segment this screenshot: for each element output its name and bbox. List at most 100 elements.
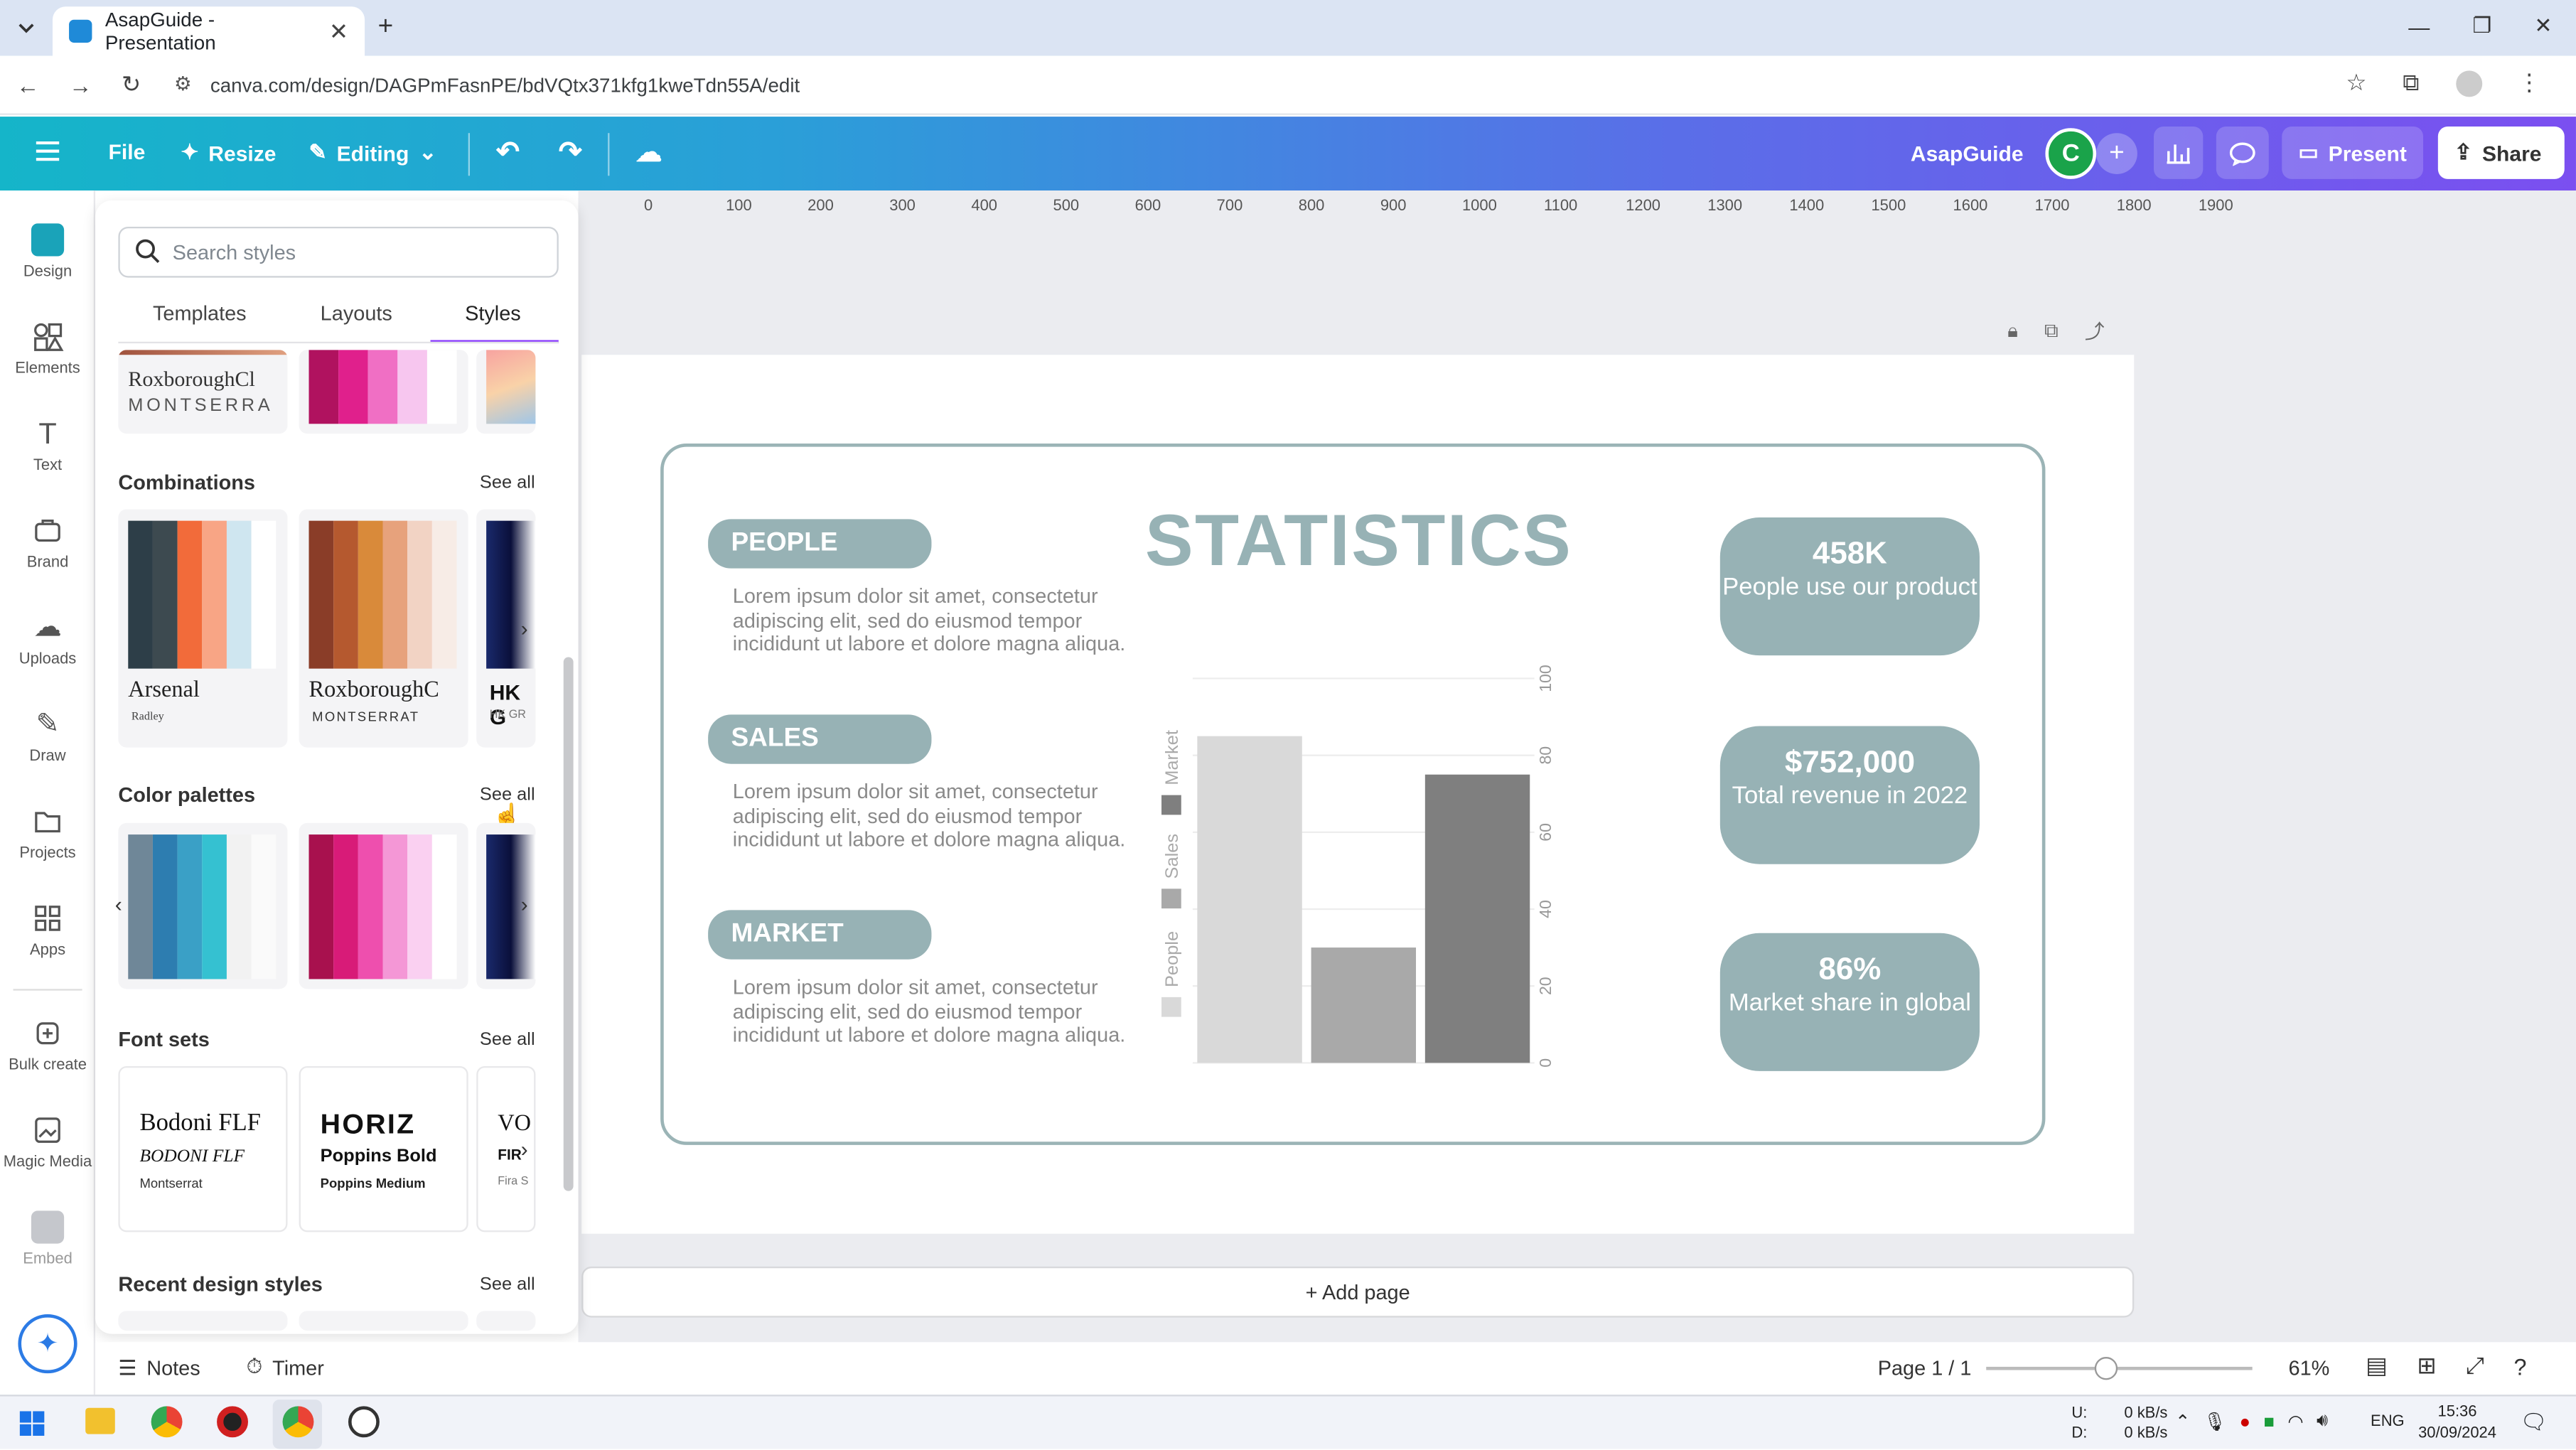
notifications-icon[interactable]: 🗨︎ [2520,1409,2547,1436]
people-text[interactable]: Lorem ipsum dolor sit amet, consectetur … [733,585,1127,657]
site-info-icon[interactable]: ⚙ [174,72,192,95]
duplicate-page-icon[interactable]: ⧉ [2044,318,2059,343]
font-sets-next-icon[interactable]: › [521,1137,528,1161]
zoom-level[interactable]: 61% [2289,1357,2330,1380]
close-tab-icon[interactable]: ✕ [329,17,348,45]
record-tray-icon[interactable]: ● [2240,1412,2250,1432]
reload-icon[interactable]: ↻ [122,70,141,98]
panel-scrollbar[interactable] [562,352,574,1329]
wifi-icon[interactable]: ◠ [2287,1411,2303,1433]
search-styles-input[interactable]: Search styles [118,226,559,278]
page-indicator[interactable]: Page 1 / 1 [1878,1357,1972,1380]
add-page-button[interactable]: + Add page [581,1266,2135,1318]
recent-style-card[interactable] [299,1311,468,1331]
extensions-icon[interactable]: ⧉ [2403,69,2419,97]
undo-icon[interactable]: ↶ [496,136,520,169]
clock-app-icon[interactable] [348,1406,380,1438]
speaker-icon[interactable]: 🔊︎ [2317,1411,2328,1432]
style-card-gradient[interactable] [476,350,536,434]
url-field[interactable]: ⚙ canva.com/design/DAGPmFasnPE/bdVQtx371… [164,65,2399,105]
restore-icon[interactable]: ❐ [2472,13,2491,39]
chart-bar-people[interactable] [1197,736,1302,1063]
grid-view-icon[interactable]: ⊞ [2417,1352,2436,1380]
redo-icon[interactable]: ↷ [559,136,582,169]
green-tray-icon[interactable]: ■ [2263,1412,2274,1432]
editing-dropdown[interactable]: ✎ Editing ⌄ [309,139,437,166]
magic-assistant-icon[interactable]: ✦ [18,1314,77,1374]
profile-icon[interactable] [2455,70,2482,97]
zoom-slider[interactable] [1986,1357,2253,1380]
share-button[interactable]: ⇪ Share [2437,126,2565,179]
file-explorer-icon[interactable] [85,1407,115,1434]
combinations-see-all[interactable]: See all [480,473,535,493]
scrollbar-thumb[interactable] [563,657,574,1191]
rail-brand[interactable]: Brand [0,514,95,571]
recent-style-card[interactable] [476,1311,536,1331]
font-sets-see-all[interactable]: See all [480,1030,535,1050]
zoom-slider-thumb[interactable] [2094,1357,2118,1380]
tab-styles[interactable]: Styles [465,302,521,325]
rail-draw[interactable]: ✎ Draw [0,708,95,766]
rail-elements[interactable]: Elements [0,321,95,378]
file-menu[interactable]: File [109,139,146,164]
chart-bar-sales[interactable] [1311,947,1417,1063]
rail-bulk-create[interactable]: Bulk create [0,1017,95,1075]
page-view-icon[interactable]: ▤ [2366,1352,2388,1380]
tab-layouts[interactable]: Layouts [321,302,392,325]
font-set-bodoni[interactable]: Bodoni FLF BODONI FLF Montserrat [118,1065,288,1232]
back-icon[interactable]: ← [16,72,39,98]
rail-magic-media[interactable]: Magic Media [0,1114,95,1171]
timer-button[interactable]: ⏱ Timer [247,1355,324,1380]
combinations-next-icon[interactable]: › [521,616,528,641]
add-collaborator-icon[interactable]: + [2096,133,2137,174]
statistics-chart[interactable]: 0 20 40 60 80 100 Market Sales People [1150,649,1577,1084]
rail-design[interactable]: Design [0,223,95,281]
cloud-save-icon[interactable]: ☁ [635,136,662,169]
rail-embed[interactable]: Embed [0,1210,95,1268]
notes-button[interactable]: ☰ Notes [118,1355,200,1380]
people-pill[interactable]: PEOPLE [708,519,932,569]
combination-card-roxborough[interactable]: RoxboroughC MONTSERRAT [299,509,468,748]
clock[interactable]: 15:36 30/09/2024 [2418,1401,2496,1444]
market-text[interactable]: Lorem ipsum dolor sit amet, consectetur … [733,976,1127,1048]
recorder-icon[interactable] [217,1406,248,1438]
tab-list-chevron-icon[interactable] [13,15,39,41]
chrome-icon[interactable] [151,1406,183,1438]
palettes-prev-icon[interactable]: ‹ [115,892,122,917]
recent-styles-see-all[interactable]: See all [480,1274,535,1294]
help-icon[interactable]: ? [2514,1353,2527,1379]
add-page-icon[interactable]: ⤴ [2085,317,2105,345]
mic-icon[interactable]: 🎙︎ [2204,1411,2226,1433]
language-indicator[interactable]: ENG [2371,1413,2405,1431]
palette-card-pink[interactable] [299,822,468,989]
stat-card-market[interactable]: 86% Market share in global [1719,933,1980,1071]
rail-uploads[interactable]: ☁ Uploads [0,611,95,669]
style-card-roxborough[interactable]: RoxboroughCl MONTSERRA [118,350,288,434]
palette-card-teal[interactable] [118,822,288,989]
analytics-icon[interactable] [2153,126,2204,179]
style-card-pink[interactable] [299,350,468,434]
bookmark-star-icon[interactable]: ☆ [2346,69,2366,97]
fullscreen-icon[interactable]: ⤢ [2466,1352,2484,1380]
market-pill[interactable]: MARKET [708,910,932,960]
close-window-icon[interactable]: ✕ [2534,13,2552,39]
lock-icon[interactable]: 🔒︎ [2007,318,2018,343]
tray-chevron-icon[interactable]: ⌃ [2175,1411,2190,1433]
browser-menu-icon[interactable]: ⋮ [2518,69,2540,97]
font-set-horizon[interactable]: HORIZ Poppins Bold Poppins Medium [299,1065,468,1232]
palettes-next-icon[interactable]: › [521,892,528,917]
sales-text[interactable]: Lorem ipsum dolor sit amet, consectetur … [733,780,1127,852]
rail-projects[interactable]: Projects [0,805,95,862]
new-tab-icon[interactable]: + [378,13,394,43]
rail-text[interactable]: T Text [0,417,95,475]
slide-title[interactable]: STATISTICS [1145,501,1572,584]
recent-style-card[interactable] [118,1311,288,1331]
stat-card-revenue[interactable]: $752,000 Total revenue in 2022 [1719,726,1980,864]
stat-card-people[interactable]: 458K People use our product [1719,517,1980,656]
chart-bar-market[interactable] [1424,774,1530,1063]
comment-icon[interactable] [2216,126,2269,179]
windows-start-icon[interactable] [19,1411,45,1436]
tab-templates[interactable]: Templates [153,302,247,325]
combination-card-arsenal[interactable]: Arsenal Radley [118,509,288,748]
main-menu-icon[interactable] [33,138,63,164]
